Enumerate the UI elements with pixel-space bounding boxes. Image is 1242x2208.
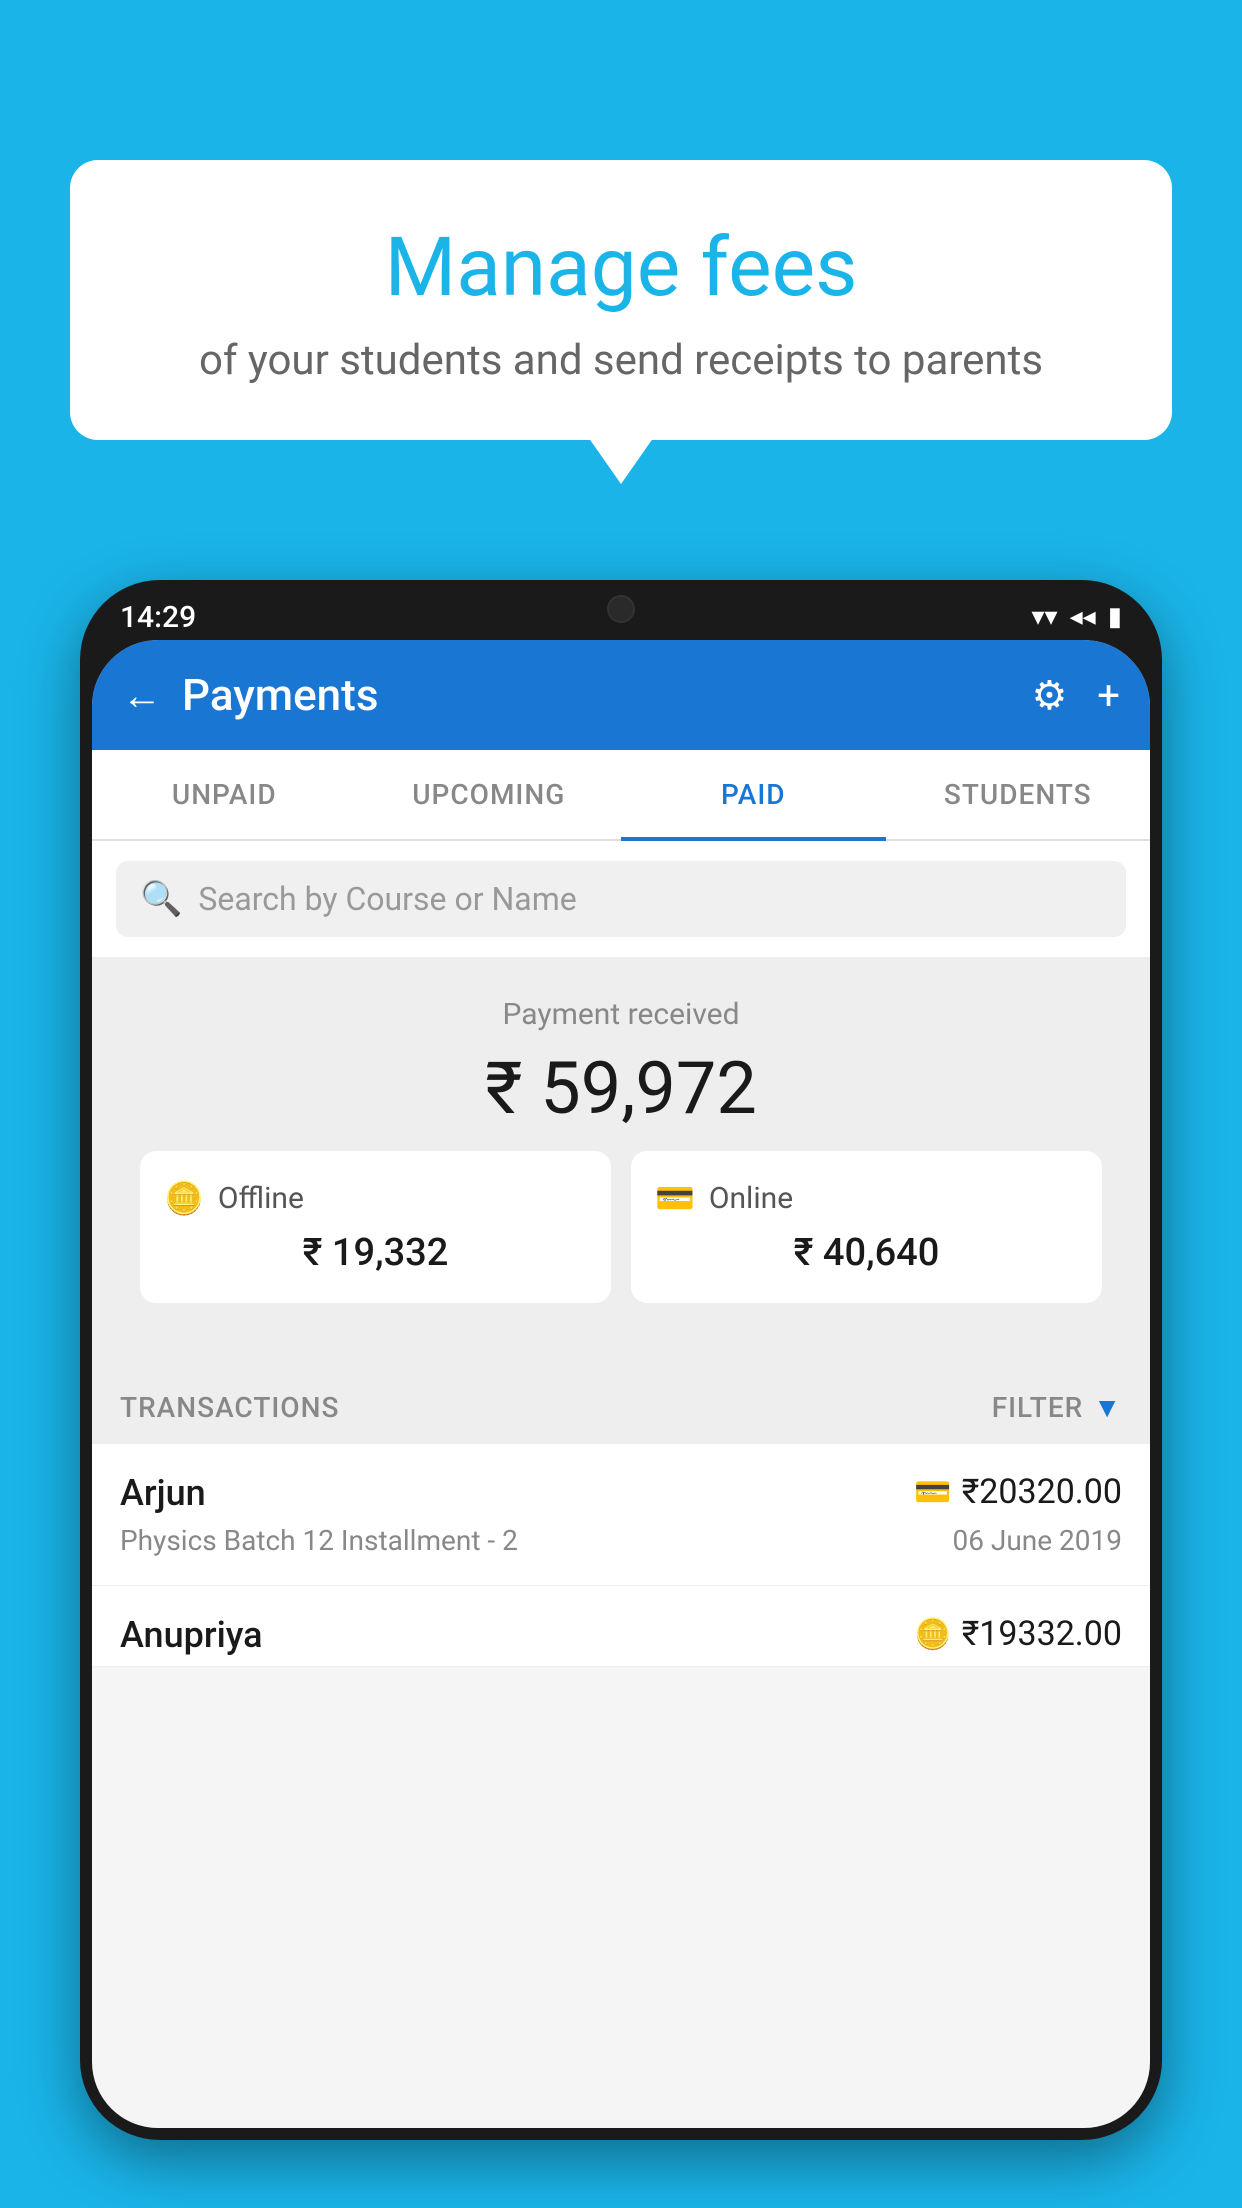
online-card-label: Online (709, 1181, 793, 1216)
tab-upcoming[interactable]: UPCOMING (357, 750, 622, 839)
tab-paid[interactable]: PAID (621, 750, 886, 839)
back-button[interactable]: ← (122, 672, 162, 719)
status-icons: ▾▾ ◂◂ ▮ (1031, 602, 1122, 632)
transaction-date: 06 June 2019 (952, 1524, 1122, 1557)
bubble-title: Manage fees (120, 220, 1122, 316)
speech-bubble: Manage fees of your students and send re… (70, 160, 1172, 440)
transactions-header: TRANSACTIONS FILTER ▼ (92, 1363, 1150, 1444)
tab-unpaid[interactable]: UNPAID (92, 750, 357, 839)
transaction-item[interactable]: Anupriya 🪙 ₹19332.00 (92, 1586, 1150, 1667)
battery-icon: ▮ (1108, 602, 1122, 632)
transaction-list: Arjun 💳 ₹20320.00 Physics Batch 12 Insta… (92, 1444, 1150, 1667)
transaction-row: Arjun 💳 ₹20320.00 (120, 1472, 1122, 1514)
offline-icon: 🪙 (164, 1179, 204, 1217)
payment-cards: 🪙 Offline ₹ 19,332 💳 Online ₹ 40,640 (116, 1131, 1126, 1333)
online-card-header: 💳 Online (655, 1179, 1078, 1217)
add-icon[interactable]: + (1097, 672, 1120, 719)
app-bar: ← Payments ⚙ + (92, 640, 1150, 750)
payment-received-label: Payment received (116, 997, 1126, 1032)
tab-students[interactable]: STUDENTS (886, 750, 1151, 839)
transaction-sub: Physics Batch 12 Installment - 2 06 June… (120, 1524, 1122, 1557)
transactions-label: TRANSACTIONS (120, 1391, 339, 1424)
app-title: Payments (182, 669, 1031, 721)
filter-icon: ▼ (1093, 1391, 1122, 1424)
bubble-subtitle: of your students and send receipts to pa… (120, 336, 1122, 385)
search-bar[interactable]: 🔍 Search by Course or Name (116, 861, 1126, 937)
offline-card-amount: ₹ 19,332 (164, 1231, 587, 1275)
search-container: 🔍 Search by Course or Name (92, 841, 1150, 957)
status-time: 14:29 (120, 600, 196, 635)
phone-camera (607, 595, 635, 623)
online-payment-icon: 💳 (914, 1475, 951, 1510)
filter-button[interactable]: FILTER ▼ (992, 1391, 1122, 1424)
transaction-course: Physics Batch 12 Installment - 2 (120, 1524, 518, 1557)
transaction-row: Anupriya 🪙 ₹19332.00 (120, 1614, 1122, 1656)
tabs: UNPAID UPCOMING PAID STUDENTS (92, 750, 1150, 841)
wifi-icon: ▾▾ (1031, 602, 1057, 632)
offline-card-header: 🪙 Offline (164, 1179, 587, 1217)
transaction-item[interactable]: Arjun 💳 ₹20320.00 Physics Batch 12 Insta… (92, 1444, 1150, 1586)
offline-card: 🪙 Offline ₹ 19,332 (140, 1151, 611, 1303)
search-icon: 🔍 (140, 879, 182, 919)
transaction-amount-row: 💳 ₹20320.00 (914, 1472, 1122, 1512)
phone-device: 14:29 ▾▾ ◂◂ ▮ ← Payments ⚙ + UNPAID UPC (80, 580, 1162, 2140)
settings-icon[interactable]: ⚙ (1031, 672, 1067, 719)
transaction-amount: ₹20320.00 (962, 1472, 1122, 1512)
transaction-name: Arjun (120, 1472, 206, 1514)
app-bar-actions: ⚙ + (1031, 672, 1120, 719)
phone-notch (521, 580, 721, 630)
filter-label: FILTER (992, 1391, 1084, 1424)
payment-received-amount: ₹ 59,972 (116, 1046, 1126, 1131)
offline-payment-icon: 🪙 (914, 1617, 951, 1652)
online-icon: 💳 (655, 1179, 695, 1217)
phone-screen: ← Payments ⚙ + UNPAID UPCOMING PAID STUD… (92, 640, 1150, 2128)
transaction-amount-row: 🪙 ₹19332.00 (914, 1614, 1122, 1654)
online-card-amount: ₹ 40,640 (655, 1231, 1078, 1275)
online-card: 💳 Online ₹ 40,640 (631, 1151, 1102, 1303)
signal-icon: ◂◂ (1070, 602, 1096, 632)
payment-summary: Payment received ₹ 59,972 🪙 Offline ₹ 19… (92, 957, 1150, 1363)
transaction-amount: ₹19332.00 (962, 1614, 1122, 1654)
transaction-name: Anupriya (120, 1614, 263, 1656)
offline-card-label: Offline (218, 1181, 304, 1216)
search-input[interactable]: Search by Course or Name (198, 880, 576, 918)
phone-wrapper: 14:29 ▾▾ ◂◂ ▮ ← Payments ⚙ + UNPAID UPC (80, 580, 1162, 2208)
